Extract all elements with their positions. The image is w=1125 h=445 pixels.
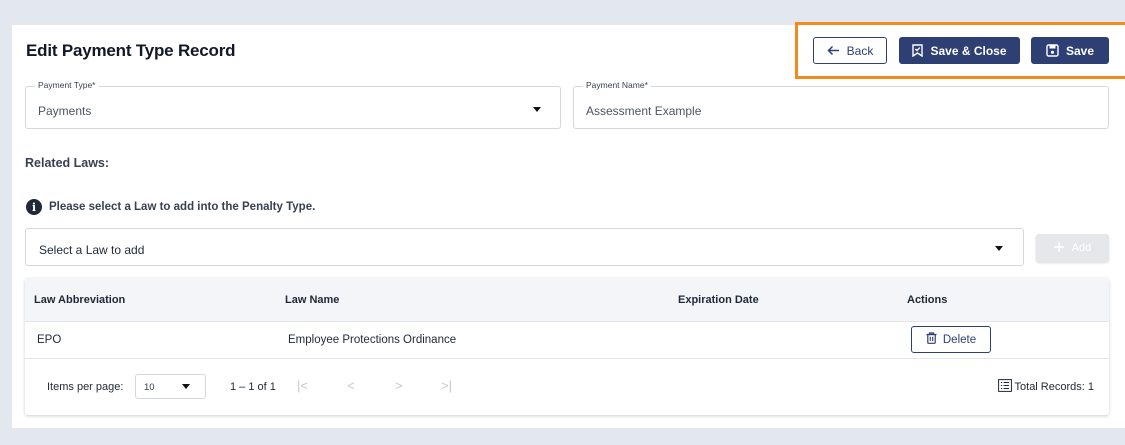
info-icon: i	[26, 199, 42, 215]
chevron-down-icon	[995, 246, 1003, 251]
payment-type-select[interactable]: Payment Type* Payments	[25, 80, 561, 129]
add-law-button[interactable]: Add	[1036, 234, 1109, 262]
first-page-icon[interactable]: |<	[297, 378, 308, 393]
page-title: Edit Payment Type Record	[26, 41, 236, 60]
column-header-actions: Actions	[907, 294, 948, 306]
save-close-button-label: Save & Close	[930, 43, 1007, 58]
related-laws-heading: Related Laws:	[25, 156, 110, 170]
chevron-down-icon	[182, 384, 190, 389]
info-message: i Please select a Law to add into the Pe…	[26, 199, 315, 215]
items-per-page-label: Items per page:	[47, 381, 124, 393]
law-select-placeholder: Select a Law to add	[39, 243, 145, 257]
bookmark-check-icon	[912, 44, 924, 57]
list-icon	[997, 379, 1012, 395]
items-per-page-value: 10	[144, 382, 155, 393]
column-header-law-name: Law Name	[285, 294, 340, 306]
paginator: Items per page: 10 1 – 1 of 1 |< < > >| …	[25, 359, 1109, 415]
cell-law-name: Employee Protections Ordinance	[288, 334, 457, 346]
page-range: 1 – 1 of 1	[230, 381, 276, 393]
info-text: Please select a Law to add into the Pena…	[49, 201, 316, 213]
total-records-text: Total Records: 1	[1014, 381, 1094, 393]
law-select[interactable]: Select a Law to add	[25, 228, 1024, 266]
back-button-label: Back	[846, 43, 874, 58]
payment-type-value: Payments	[38, 104, 92, 118]
cell-law-abbreviation: EPO	[37, 334, 62, 346]
back-button[interactable]: Back	[813, 37, 887, 64]
last-page-icon[interactable]: >|	[441, 378, 452, 393]
column-header-expiration-date: Expiration Date	[678, 294, 759, 306]
save-button[interactable]: Save	[1031, 37, 1109, 64]
chevron-down-icon	[533, 107, 541, 112]
next-page-icon[interactable]: >	[395, 378, 403, 393]
save-button-label: Save	[1065, 43, 1095, 58]
save-close-button[interactable]: Save & Close	[899, 37, 1020, 64]
floppy-disk-icon	[1046, 44, 1059, 57]
payment-name-field[interactable]: Payment Name* Assessment Example	[573, 80, 1109, 129]
plus-icon	[1053, 241, 1064, 255]
trash-icon	[926, 332, 937, 347]
total-records: Total Records: 1	[997, 379, 1094, 395]
payment-name-label: Payment Name*	[583, 80, 651, 90]
delete-button[interactable]: Delete	[911, 326, 991, 353]
payment-name-value: Assessment Example	[586, 104, 702, 118]
delete-button-label: Delete	[942, 333, 977, 346]
table-header: Law Abbreviation Law Name Expiration Dat…	[25, 278, 1109, 322]
related-laws-table: Law Abbreviation Law Name Expiration Dat…	[25, 278, 1109, 415]
column-header-law-abbreviation: Law Abbreviation	[34, 294, 126, 306]
table-row: EPO Employee Protections Ordinance Delet…	[25, 322, 1109, 359]
previous-page-icon[interactable]: <	[347, 378, 355, 393]
items-per-page-select[interactable]: 10	[135, 374, 206, 399]
add-law-button-label: Add	[1071, 242, 1092, 254]
payment-type-label: Payment Type*	[35, 80, 99, 90]
edit-payment-type-card: Edit Payment Type Record Back Save & Clo…	[12, 22, 1125, 428]
arrow-left-icon	[827, 45, 840, 56]
